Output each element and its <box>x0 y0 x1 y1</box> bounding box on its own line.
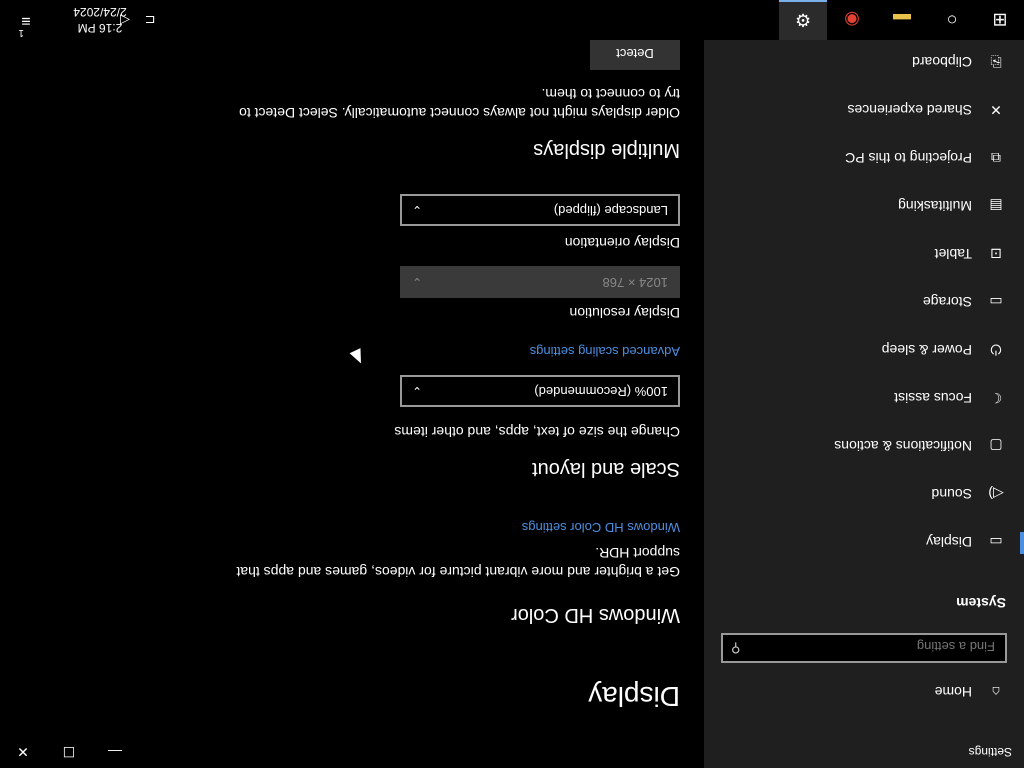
minimize-button[interactable]: — <box>92 736 138 768</box>
notification-badge: 1 <box>18 27 24 38</box>
scale-label: Change the size of text, apps, and other… <box>394 424 680 440</box>
sidebar-item-label: Power & sleep <box>881 342 972 358</box>
home-icon: ⌂ <box>991 684 1001 700</box>
notification-center-icon[interactable]: ≡ 1 <box>6 0 46 40</box>
notification-icon: ▢ <box>989 438 1003 454</box>
hd-color-description-line-2: support HDR. <box>595 545 680 561</box>
detect-button[interactable]: Detect <box>590 38 680 70</box>
speaker-icon: ◁) <box>988 486 1004 502</box>
sidebar-item-label: Multitasking <box>898 198 972 214</box>
sidebar-item-notifications[interactable]: ▢ Notifications & actions <box>704 422 1024 470</box>
orientation-label: Display orientation <box>564 235 680 251</box>
resolution-value: 1024 × 768 <box>602 275 668 290</box>
projector-icon: ⧉ <box>991 150 1001 166</box>
settings-icon[interactable]: ⚙ <box>779 0 827 40</box>
sidebar-item-storage[interactable]: ▭ Storage <box>704 278 1024 326</box>
moon-icon: ☾ <box>989 390 1003 406</box>
chevron-down-icon: ⌄ <box>412 384 423 398</box>
hd-color-description-line-1: Get a brighter and more vibrant picture … <box>236 564 680 580</box>
scale-value: 100% (Recommended) <box>534 384 668 399</box>
sidebar-item-label: Projecting to this PC <box>845 150 972 166</box>
search-box[interactable]: ⚲ <box>721 633 1007 663</box>
advanced-scaling-link[interactable]: Advanced scaling settings <box>530 344 680 359</box>
home-nav-item[interactable]: ⌂ Home <box>704 668 1024 716</box>
sidebar-item-tablet[interactable]: ⊡ Tablet <box>704 230 1024 278</box>
scale-dropdown[interactable]: 100% (Recommended) ⌄ <box>400 375 680 407</box>
window-title: Settings <box>968 745 1012 759</box>
network-icon[interactable]: ⊏ <box>138 0 162 40</box>
sidebar-item-label: Shared experiences <box>847 102 972 118</box>
sidebar-item-label: Focus assist <box>894 390 972 406</box>
shared-icon: ✕ <box>990 102 1002 118</box>
orientation-value: Landscape (flipped) <box>553 203 668 218</box>
file-explorer-icon[interactable]: ▬ <box>878 0 926 40</box>
tablet-icon: ⊡ <box>990 246 1002 262</box>
search-icon[interactable]: ○ <box>928 0 976 40</box>
sidebar-item-display[interactable]: ▭ Display <box>704 518 1024 566</box>
chevron-down-icon: ⌄ <box>412 203 423 217</box>
screen: Settings ⌂ Home ⚲ System ▭ Display ◁) So… <box>0 0 1024 768</box>
orientation-dropdown[interactable]: Landscape (flipped) ⌄ <box>400 194 680 226</box>
sidebar-item-label: Sound <box>931 486 972 502</box>
sidebar-item-shared-experiences[interactable]: ✕ Shared experiences <box>704 86 1024 134</box>
page-title: Display <box>588 681 680 712</box>
multitasking-icon: ▤ <box>989 198 1003 214</box>
multiple-displays-description-line-2: try to connect to them. <box>541 86 680 102</box>
close-button[interactable]: ✕ <box>0 736 46 768</box>
section-heading: System <box>956 595 1006 611</box>
sidebar-item-sound[interactable]: ◁) Sound <box>704 470 1024 518</box>
maximize-button[interactable]: ☐ <box>46 736 92 768</box>
chrome-icon[interactable]: ◉ <box>828 0 876 40</box>
storage-icon: ▭ <box>989 294 1003 310</box>
clock-time: 2:16 PM <box>77 21 123 35</box>
multiple-displays-description-line-1: Older displays might not always connect … <box>239 105 680 121</box>
search-input[interactable] <box>763 635 997 659</box>
search-icon: ⚲ <box>731 641 741 656</box>
start-icon[interactable]: ⊞ <box>976 0 1024 40</box>
hd-color-settings-link[interactable]: Windows HD Color settings <box>522 520 680 535</box>
clipboard-icon: ⎘ <box>990 54 1002 70</box>
taskbar: ⊞ ○ ▬ ◉ ⚙ ⊏ ◁ 2:16 PM 2/24/2024 ≡ 1 <box>0 0 1024 40</box>
sidebar-item-clipboard[interactable]: ⎘ Clipboard <box>704 38 1024 86</box>
clock-date: 2/24/2024 <box>73 5 127 19</box>
resolution-dropdown[interactable]: 1024 × 768 ⌄ <box>400 266 680 298</box>
home-label: Home <box>934 684 972 700</box>
sidebar-item-label: Display <box>926 534 972 550</box>
display-icon: ▭ <box>989 534 1003 550</box>
sidebar-item-label: Storage <box>922 294 972 310</box>
chevron-down-icon: ⌄ <box>412 275 423 289</box>
power-icon: ⏻ <box>990 342 1002 358</box>
scale-layout-heading: Scale and layout <box>532 458 680 480</box>
clock[interactable]: 2:16 PM 2/24/2024 <box>64 4 136 36</box>
sidebar-item-label: Tablet <box>934 246 972 262</box>
sidebar-item-power-sleep[interactable]: ⏻ Power & sleep <box>704 326 1024 374</box>
sidebar-item-focus-assist[interactable]: ☾ Focus assist <box>704 374 1024 422</box>
hd-color-heading: Windows HD Color <box>511 604 680 626</box>
sidebar-item-label: Clipboard <box>912 54 972 70</box>
multiple-displays-heading: Multiple displays <box>533 139 680 161</box>
sidebar: Settings ⌂ Home ⚲ System ▭ Display ◁) So… <box>704 40 1024 768</box>
resolution-label: Display resolution <box>569 305 681 321</box>
settings-window: Settings ⌂ Home ⚲ System ▭ Display ◁) So… <box>0 38 1024 768</box>
sidebar-item-multitasking[interactable]: ▤ Multitasking <box>704 182 1024 230</box>
sidebar-item-label: Notifications & actions <box>834 438 972 454</box>
sidebar-item-projecting[interactable]: ⧉ Projecting to this PC <box>704 134 1024 182</box>
